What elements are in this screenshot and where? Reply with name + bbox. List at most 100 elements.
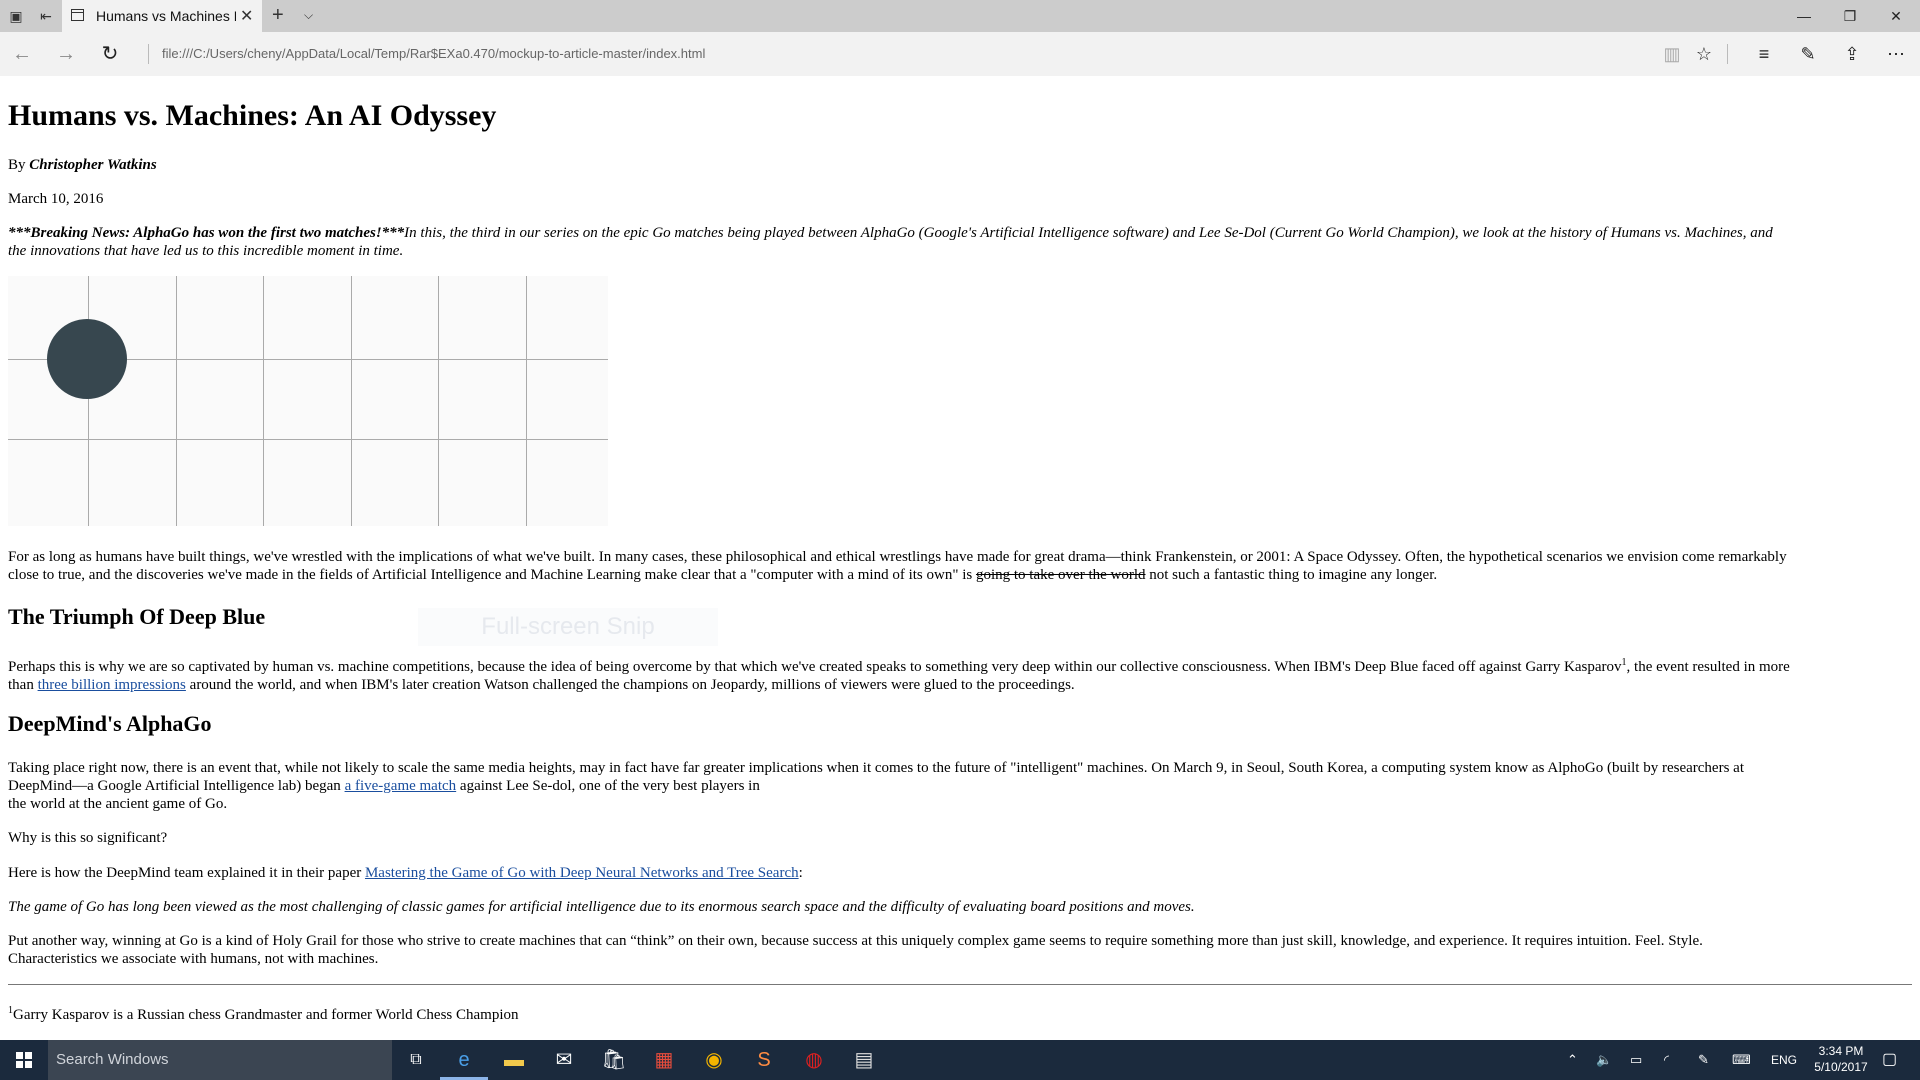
- by-prefix: By: [8, 157, 26, 173]
- paragraph-6: Put another way, winning at Go is a kind…: [8, 932, 1912, 968]
- taskbar: Search Windows ⧉ e ▬ ✉ 🛍 ▦ ◉ S ◍ ▤ ⌃ 🔈 ▭…: [0, 1040, 1920, 1080]
- intro-paragraph: ***Breaking News: AlphaGo has won the fi…: [8, 224, 1912, 260]
- volume-icon[interactable]: 🔈: [1596, 1040, 1612, 1080]
- article-title: Humans vs. Machines: An AI Odyssey: [8, 99, 497, 132]
- paragraph-2-line-2-end: around the world, and when IBM's later c…: [189, 677, 1075, 693]
- paragraph-2-line-1-end: , the event resulted in more: [1626, 659, 1790, 675]
- go-board-image: [8, 276, 608, 526]
- paragraph-1-line-2: close to true, and the discoveries we've…: [8, 567, 973, 583]
- clock-date: 5/10/2017: [1814, 1060, 1868, 1074]
- navigation-bar: ← → ↻ file:///C:/Users/cheny/AppData/Loc…: [0, 32, 1920, 76]
- favorite-star-icon[interactable]: ☆: [1692, 42, 1716, 66]
- quote: The game of Go has long been viewed as t…: [8, 898, 1195, 916]
- reading-view-icon[interactable]: ▥: [1660, 42, 1684, 66]
- paragraph-2-line-2: than: [8, 677, 34, 693]
- new-tab-icon[interactable]: +: [272, 5, 284, 25]
- store-icon[interactable]: 🛍: [590, 1040, 638, 1080]
- share-icon[interactable]: ⇪: [1840, 42, 1864, 66]
- language-indicator[interactable]: ENG: [1771, 1040, 1797, 1080]
- tab-manager-icon[interactable]: ▣: [8, 8, 24, 24]
- footnote: 1Garry Kasparov is a Russian chess Grand…: [8, 1002, 519, 1024]
- app-icon[interactable]: ▤: [840, 1040, 888, 1080]
- forward-icon[interactable]: →: [54, 42, 78, 66]
- go-stone: [47, 319, 127, 399]
- back-icon[interactable]: ←: [10, 42, 34, 66]
- action-center-icon[interactable]: ▢: [1882, 1040, 1897, 1080]
- full-screen-snip-overlay[interactable]: Full-screen Snip: [418, 608, 718, 646]
- close-window-button[interactable]: ✕: [1873, 0, 1919, 32]
- paragraph-6-line-2: Characteristics we associate with humans…: [8, 951, 379, 967]
- search-box[interactable]: Search Windows: [48, 1040, 392, 1080]
- file-explorer-icon[interactable]: ▬: [490, 1040, 538, 1080]
- board-line: [351, 276, 352, 526]
- paragraph-3-line-2: DeepMind—a Google Artificial Intelligenc…: [8, 778, 341, 794]
- board-line: [263, 276, 264, 526]
- paragraph-1-line-1: For as long as humans have built things,…: [8, 549, 1787, 565]
- article-content: Humans vs. Machines: An AI Odyssey By Ch…: [8, 76, 1914, 1040]
- board-line: [176, 276, 177, 526]
- more-icon[interactable]: ⋯: [1884, 42, 1908, 66]
- board-line: [438, 276, 439, 526]
- wifi-icon[interactable]: ◜: [1664, 1040, 1669, 1080]
- heading-alphago: DeepMind's AlphaGo: [8, 711, 212, 736]
- heading-deep-blue: The Triumph Of Deep Blue: [8, 604, 266, 629]
- five-game-match-link[interactable]: a five-game match: [345, 778, 457, 794]
- clock[interactable]: 3:34 PM 5/10/2017: [1811, 1043, 1871, 1075]
- breaking-news: ***Breaking News: AlphaGo has won the fi…: [8, 225, 405, 241]
- calculator-app-icon[interactable]: ▦: [640, 1040, 688, 1080]
- search-placeholder: Search Windows: [56, 1051, 169, 1068]
- battery-icon[interactable]: ▭: [1630, 1040, 1642, 1080]
- board-line: [88, 276, 89, 526]
- paragraph-1: For as long as humans have built things,…: [8, 548, 1912, 584]
- browser-titlebar: ▣ ⇤ Humans vs Machines Bl ✕ + ⌵ — ❐ ✕: [0, 0, 1920, 32]
- mail-icon[interactable]: ✉: [540, 1040, 588, 1080]
- author-name: Christopher Watkins: [29, 157, 157, 173]
- toolbar-separator: [1727, 44, 1728, 64]
- chevron-down-icon[interactable]: ⌵: [304, 8, 313, 23]
- paragraph-4: Why is this so significant?: [8, 830, 168, 846]
- paragraph-2-line-1: Perhaps this is why we are so captivated…: [8, 659, 1622, 675]
- page-icon: [71, 9, 84, 21]
- edge-browser-icon[interactable]: e: [440, 1040, 488, 1080]
- board-line: [8, 439, 608, 440]
- paragraph-5: Here is how the DeepMind team explained …: [8, 864, 803, 882]
- three-billion-link[interactable]: three billion impressions: [38, 677, 186, 693]
- sublime-text-icon[interactable]: S: [740, 1040, 788, 1080]
- chrome-icon[interactable]: ◉: [690, 1040, 738, 1080]
- paragraph-3-line-1: Taking place right now, there is an even…: [8, 760, 1745, 776]
- close-tab-icon[interactable]: ✕: [240, 6, 253, 26]
- netease-music-icon[interactable]: ◍: [790, 1040, 838, 1080]
- intro-text-2: the innovations that have led us to this…: [8, 243, 404, 259]
- hub-icon[interactable]: ≡: [1752, 42, 1776, 66]
- quote-text: The game of Go has long been viewed as t…: [8, 899, 1195, 915]
- task-view-icon[interactable]: ⧉: [392, 1040, 440, 1080]
- article-date: March 10, 2016: [8, 191, 104, 207]
- pen-icon[interactable]: ✎: [1698, 1040, 1709, 1080]
- footnote-text: Garry Kasparov is a Russian chess Grandm…: [13, 1007, 519, 1023]
- footnote-divider: [8, 984, 1912, 985]
- paragraph-3-line-3: the world at the ancient game of Go.: [8, 796, 228, 812]
- minimize-button[interactable]: —: [1781, 0, 1827, 32]
- address-separator: [148, 44, 149, 64]
- deepmind-paper-link[interactable]: Mastering the Game of Go with Deep Neura…: [365, 865, 799, 881]
- paragraph-2: Perhaps this is why we are so captivated…: [8, 654, 1912, 694]
- clock-time: 3:34 PM: [1818, 1044, 1864, 1058]
- address-field[interactable]: file:///C:/Users/cheny/AppData/Local/Tem…: [162, 46, 705, 61]
- paragraph-6-line-1: Put another way, winning at Go is a kind…: [8, 933, 1703, 949]
- paragraph-5-text: Here is how the DeepMind team explained …: [8, 865, 362, 881]
- chevron-up-icon[interactable]: ⌃: [1567, 1040, 1578, 1080]
- refresh-icon[interactable]: ↻: [98, 42, 122, 66]
- board-line: [526, 276, 527, 526]
- browser-tab[interactable]: Humans vs Machines Bl ✕: [62, 0, 262, 32]
- paragraph-1-line-2-end: not such a fantastic thing to imagine an…: [1149, 567, 1438, 583]
- paragraph-3-line-2-end: against Lee Se-dol, one of the very best…: [459, 778, 760, 794]
- restore-button[interactable]: ❐: [1827, 0, 1873, 32]
- set-aside-tabs-icon[interactable]: ⇤: [38, 8, 54, 24]
- byline: By Christopher Watkins: [8, 156, 157, 174]
- strikethrough-text: going to take over the world: [975, 567, 1146, 583]
- keyboard-icon[interactable]: ⌨: [1732, 1040, 1751, 1080]
- paragraph-5-colon: :: [798, 865, 803, 881]
- web-note-icon[interactable]: ✎: [1796, 42, 1820, 66]
- start-button[interactable]: [0, 1040, 48, 1080]
- intro-text-1: In this, the third in our series on the …: [404, 225, 1773, 241]
